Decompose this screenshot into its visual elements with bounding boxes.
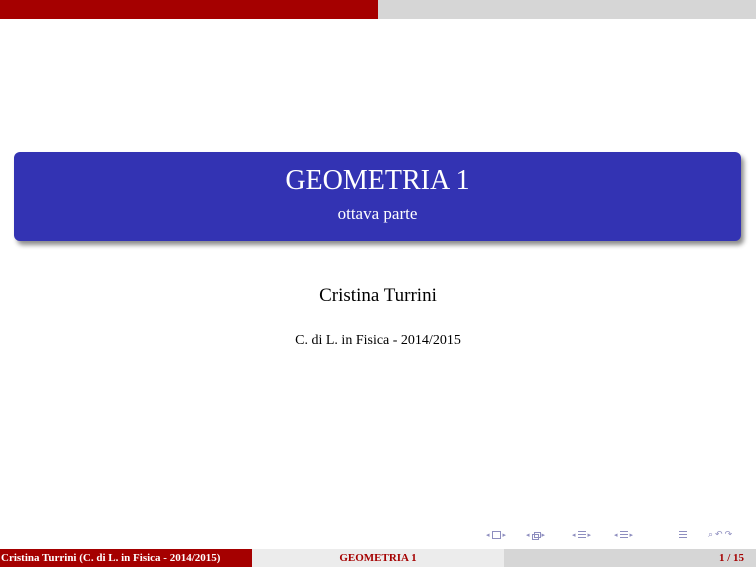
document-icon[interactable] — [619, 531, 628, 539]
author-name: Cristina Turrini — [319, 285, 437, 306]
prev-frame-icon[interactable]: ◂ — [486, 531, 490, 539]
subsection-nav[interactable]: ◂ ▸ — [526, 528, 545, 542]
footer-bar: Cristina Turrini (C. di L. in Fisica - 2… — [0, 549, 756, 567]
prev-subsection-icon[interactable]: ◂ — [526, 531, 530, 539]
align-nav[interactable] — [679, 528, 687, 542]
section-icon[interactable] — [577, 531, 586, 539]
progress-header-right — [378, 0, 756, 19]
footer-institute: (C. di L. in Fisica - 2014/2015) — [79, 552, 221, 564]
title-block: GEOMETRIA 1 ottava parte — [14, 152, 741, 241]
prev-section-icon[interactable]: ◂ — [572, 531, 576, 539]
page-number: 1 / 15 — [718, 552, 744, 564]
subsection-icon[interactable] — [531, 531, 541, 540]
footer-author-block: Cristina Turrini (C. di L. in Fisica - 2… — [0, 549, 252, 567]
progress-header-left — [0, 0, 378, 19]
frame-nav[interactable]: ◂ ▸ — [486, 528, 506, 542]
search-icon[interactable]: ⌕ — [708, 530, 713, 540]
navigation-symbols: ◂ ▸ ◂ ▸ ◂ ▸ ◂ ▸ ⌕ ↶ ↷ — [486, 528, 736, 542]
next-section-icon[interactable]: ▸ — [588, 531, 592, 539]
document-nav[interactable]: ◂ ▸ — [614, 528, 633, 542]
next-frame-icon[interactable]: ▸ — [503, 531, 507, 539]
institute-line: C. di L. in Fisica - 2014/2015 — [295, 333, 461, 348]
footer-author: Cristina Turrini — [1, 552, 77, 564]
next-subsection-icon[interactable]: ▸ — [542, 531, 546, 539]
slide-title: GEOMETRIA 1 — [285, 165, 470, 196]
align-icon[interactable] — [679, 531, 687, 539]
progress-header — [0, 0, 756, 19]
next-document-icon[interactable]: ▸ — [630, 531, 634, 539]
frame-icon[interactable] — [491, 531, 501, 539]
prev-document-icon[interactable]: ◂ — [614, 531, 618, 539]
footer-page-number: 1 / 15 — [504, 549, 756, 567]
redo-icon[interactable]: ↷ — [725, 530, 733, 540]
slide-subtitle: ottava parte — [337, 204, 418, 223]
footer-title: GEOMETRIA 1 — [252, 549, 504, 567]
undo-icon[interactable]: ↶ — [715, 530, 723, 540]
search-undo-nav[interactable]: ⌕ ↶ ↷ — [708, 528, 732, 542]
section-nav[interactable]: ◂ ▸ — [572, 528, 591, 542]
